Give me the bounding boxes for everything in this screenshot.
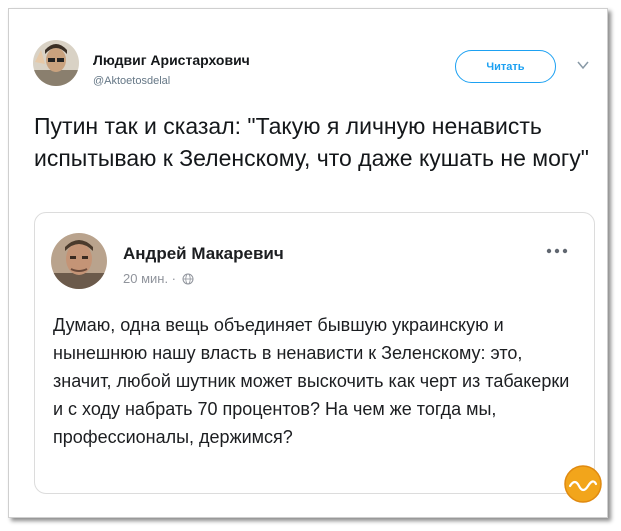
ellipsis-icon[interactable] (545, 247, 569, 255)
quoted-post-meta: 20 мин. · (123, 271, 194, 286)
chevron-down-icon[interactable] (576, 58, 590, 72)
globe-icon (182, 273, 194, 285)
quoted-author-avatar[interactable] (51, 233, 107, 289)
follow-button[interactable]: Читать (455, 50, 556, 83)
quoted-post-card[interactable]: Андрей Макаревич 20 мин. · Думаю, одна в… (34, 212, 595, 494)
tweet-author-avatar[interactable] (33, 40, 79, 86)
tweet-text: Путин так и сказал: "Такую я личную нена… (34, 113, 589, 171)
site-watermark-logo (564, 465, 602, 503)
tweet-author-name[interactable]: Людвиг Аристархович (93, 52, 250, 68)
quoted-post-timestamp[interactable]: 20 мин. · (123, 271, 176, 286)
quoted-post-text: Думаю, одна вещь объединяет бывшую украи… (53, 315, 570, 447)
quoted-author-name[interactable]: Андрей Макаревич (123, 244, 284, 264)
tweet-author-handle[interactable]: @Aktoetosdelal (93, 75, 170, 87)
follow-button-label: Читать (486, 60, 525, 73)
